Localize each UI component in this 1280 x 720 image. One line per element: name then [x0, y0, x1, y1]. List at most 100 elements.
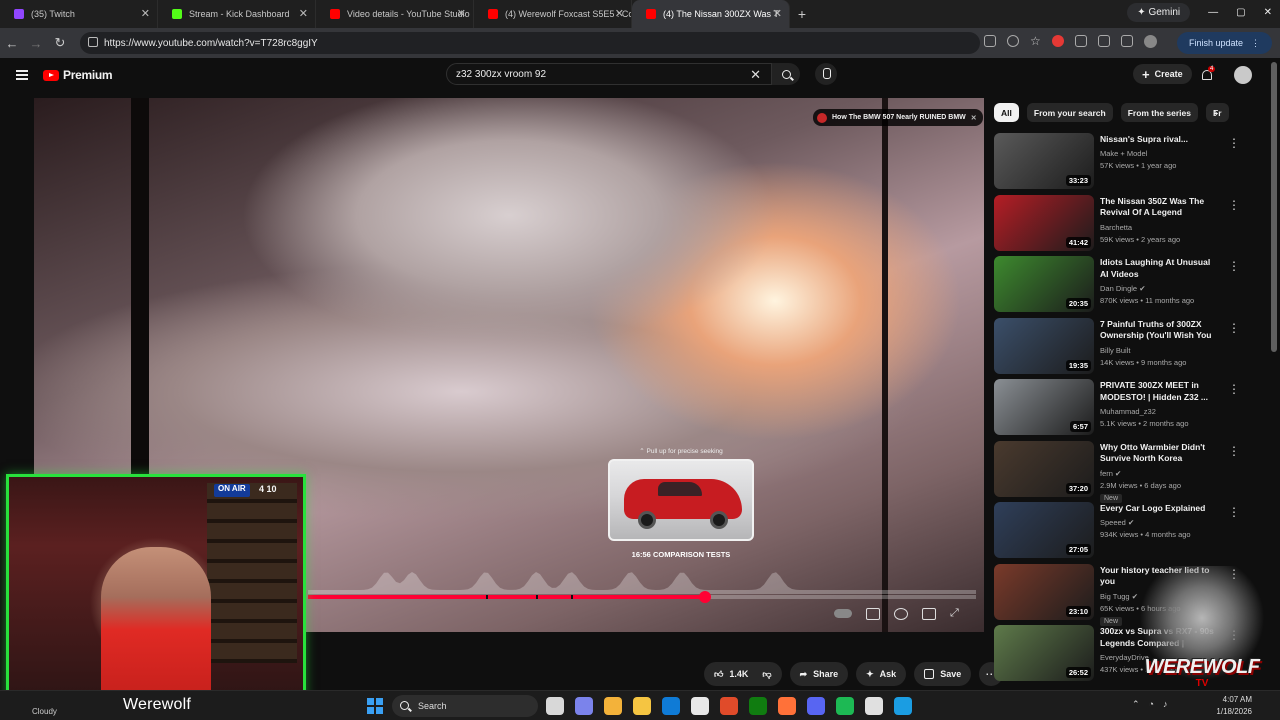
- video-thumbnail[interactable]: 33:23: [994, 133, 1094, 189]
- search-input[interactable]: z32 300zx vroom 92 ✕: [446, 63, 772, 85]
- taskbar-app-icon[interactable]: [691, 697, 709, 715]
- channel-name[interactable]: Big Tugg ✔: [1100, 592, 1138, 601]
- video-title[interactable]: Idiots Laughing At Unusual AI Videos: [1100, 257, 1220, 280]
- account-avatar[interactable]: [1234, 66, 1252, 84]
- reload-icon[interactable]: ↻: [48, 35, 72, 51]
- endcard-video-link[interactable]: How The BMW 507 Nearly RUINED BMW ✕: [813, 109, 983, 126]
- miniplayer-icon[interactable]: [922, 607, 936, 620]
- recommendation-item[interactable]: 41:42 The Nissan 350Z Was The Revival Of …: [994, 194, 1246, 257]
- taskbar-app-icon[interactable]: [865, 697, 883, 715]
- tab-close-icon[interactable]: ✕: [615, 7, 624, 20]
- chevron-up-icon[interactable]: ⌃: [1132, 699, 1140, 710]
- autoplay-toggle[interactable]: [834, 609, 852, 618]
- video-thumbnail[interactable]: 26:52: [994, 625, 1094, 681]
- network-icon[interactable]: ◔: [1149, 699, 1154, 710]
- bookmark-star-icon[interactable]: ☆: [1030, 34, 1041, 48]
- taskbar-search[interactable]: Search: [392, 695, 538, 717]
- recommendation-item[interactable]: 33:23 Nissan's Supra rival... Make + Model…: [994, 133, 1246, 195]
- subtitles-icon[interactable]: [866, 607, 880, 620]
- video-thumbnail[interactable]: 6:57: [994, 379, 1094, 435]
- voice-search-button[interactable]: [815, 63, 837, 85]
- channel-name[interactable]: fern ✔: [1100, 469, 1121, 478]
- profile-avatar-icon[interactable]: [1143, 34, 1157, 48]
- share-button[interactable]: ➦ Share: [789, 662, 849, 686]
- taskbar-app-icon[interactable]: [662, 697, 680, 715]
- tab-close-icon[interactable]: ✕: [457, 7, 466, 20]
- like-button[interactable]: 👍︎ 1.4K 👎︎: [704, 662, 782, 686]
- reading-list-icon[interactable]: [1120, 35, 1133, 47]
- guide-menu-icon[interactable]: [16, 70, 28, 80]
- taskbar-app-icon[interactable]: [575, 697, 593, 715]
- browser-tab[interactable]: Stream - Kick Dashboard ✕: [158, 0, 316, 28]
- taskbar-clock[interactable]: 4:07 AM 1/18/2026: [1206, 694, 1252, 718]
- more-options-icon[interactable]: ⋮: [1228, 505, 1240, 519]
- channel-name[interactable]: Speeed ✔: [1100, 518, 1134, 527]
- video-thumbnail[interactable]: 19:35: [994, 317, 1094, 374]
- clear-search-icon[interactable]: ✕: [750, 67, 761, 83]
- more-options-icon[interactable]: ⋮: [1228, 198, 1240, 212]
- taskbar-app-icon[interactable]: [633, 697, 651, 715]
- recommendation-item[interactable]: 20:35 Idiots Laughing At Unusual AI Video…: [994, 256, 1246, 318]
- more-options-icon[interactable]: ⋮: [1228, 321, 1240, 335]
- recommendation-item[interactable]: 19:35 7 Painful Truths of 300ZX Ownership…: [994, 317, 1246, 380]
- new-tab-icon[interactable]: +: [790, 6, 814, 22]
- video-thumbnail[interactable]: 41:42: [994, 194, 1094, 251]
- close-icon[interactable]: ✕: [971, 114, 977, 122]
- create-button[interactable]: + Create: [1133, 64, 1192, 84]
- video-title[interactable]: PRIVATE 300ZX MEET in MODESTO! | Hidden …: [1100, 380, 1220, 403]
- start-button[interactable]: [367, 698, 383, 714]
- channel-name[interactable]: Dan Dingle ✔: [1100, 284, 1146, 293]
- volume-icon[interactable]: ♪: [1163, 699, 1168, 710]
- channel-name[interactable]: Barchetta: [1100, 223, 1132, 232]
- minimize-icon[interactable]: —: [1208, 7, 1218, 18]
- thumbs-down-icon[interactable]: 👎︎: [762, 669, 771, 680]
- taskbar-app-icon[interactable]: [546, 697, 564, 715]
- video-title[interactable]: 7 Painful Truths of 300ZX Ownership (You…: [1100, 319, 1220, 342]
- extensions-puzzle-icon[interactable]: [1074, 35, 1087, 47]
- recommendation-item[interactable]: 6:57 PRIVATE 300ZX MEET in MODESTO! | Hid…: [994, 379, 1246, 441]
- finish-update-button[interactable]: Finish update ⋮: [1176, 32, 1272, 54]
- install-app-icon[interactable]: [984, 35, 996, 47]
- weather-label[interactable]: Cloudy: [32, 707, 57, 716]
- recommendation-item[interactable]: 27:05 Every Car Logo Explained Speeed ✔ 934…: [994, 502, 1246, 564]
- browser-tab[interactable]: (35) Twitch ✕: [0, 0, 158, 28]
- filter-chip[interactable]: From the series: [1120, 103, 1198, 122]
- channel-name[interactable]: Make + Model: [1100, 149, 1147, 158]
- video-title[interactable]: Why Otto Warmbier Didn't Survive North K…: [1100, 442, 1220, 465]
- filter-chip[interactable]: From your search: [1026, 103, 1113, 122]
- video-thumbnail[interactable]: 20:35: [994, 256, 1094, 312]
- browser-tab[interactable]: Video details - YouTube Studio ✕: [316, 0, 474, 28]
- video-thumbnail[interactable]: 37:20: [994, 440, 1094, 497]
- video-title[interactable]: The Nissan 350Z Was The Revival Of A Leg…: [1100, 196, 1220, 219]
- channel-name[interactable]: Muhammad_z32: [1100, 407, 1156, 416]
- video-title[interactable]: Every Car Logo Explained: [1100, 503, 1220, 515]
- youtube-premium-logo[interactable]: Premium: [43, 68, 113, 82]
- fullscreen-icon[interactable]: ⤢: [950, 607, 959, 620]
- video-thumbnail[interactable]: 27:05: [994, 502, 1094, 558]
- maximize-icon[interactable]: ▢: [1236, 7, 1245, 18]
- back-icon[interactable]: ←: [0, 36, 24, 51]
- browser-tab[interactable]: (4) Werewolf Foxcast S5E5 : Co ✕: [474, 0, 632, 28]
- taskbar-app-icon[interactable]: [720, 697, 738, 715]
- chevron-right-icon[interactable]: ›: [1214, 106, 1218, 120]
- tab-close-icon[interactable]: ✕: [773, 7, 782, 20]
- more-options-icon[interactable]: ⋮: [1228, 444, 1240, 458]
- progress-bar[interactable]: [308, 591, 976, 603]
- search-button[interactable]: [772, 63, 800, 85]
- recommendation-item[interactable]: 37:20 Why Otto Warmbier Didn't Survive No…: [994, 440, 1246, 503]
- site-info-icon[interactable]: [88, 37, 98, 47]
- gemini-button[interactable]: ✦ Gemini: [1127, 3, 1191, 22]
- taskbar-app-icon[interactable]: [836, 697, 854, 715]
- browser-tab[interactable]: (4) The Nissan 300ZX Was T ✕: [632, 0, 790, 28]
- page-scrollbar[interactable]: [1271, 62, 1277, 352]
- tab-search-icon[interactable]: [1097, 35, 1110, 47]
- taskbar-app-icon[interactable]: [778, 697, 796, 715]
- filter-chip[interactable]: All: [994, 103, 1019, 122]
- forward-icon[interactable]: →: [24, 36, 48, 51]
- more-options-icon[interactable]: ⋮: [1228, 136, 1240, 150]
- channel-name[interactable]: Billy Built: [1100, 346, 1130, 355]
- video-thumbnail[interactable]: 23:10: [994, 563, 1094, 620]
- ask-button[interactable]: ✦ Ask: [856, 662, 907, 686]
- taskbar-app-icon[interactable]: [894, 697, 912, 715]
- window-close-icon[interactable]: ✕: [1264, 7, 1272, 18]
